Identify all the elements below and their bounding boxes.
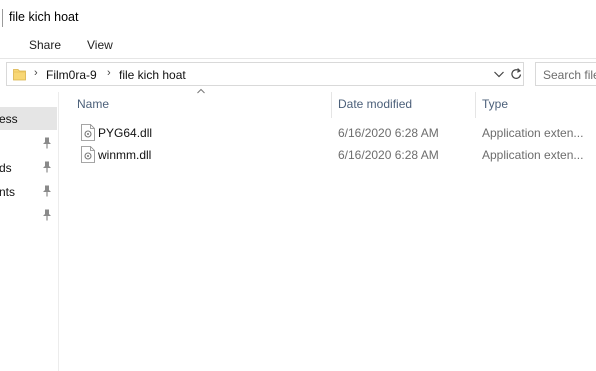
ribbon-divider <box>0 58 596 59</box>
column-divider[interactable] <box>475 92 476 118</box>
chevron-down-icon[interactable] <box>491 64 507 84</box>
refresh-icon[interactable] <box>509 64 524 84</box>
column-divider[interactable] <box>331 92 332 118</box>
breadcrumb-chevron-icon[interactable]: › <box>34 67 38 79</box>
nav-item-documents[interactable]: nts <box>0 180 57 203</box>
pin-icon[interactable] <box>41 184 53 198</box>
nav-item-pinned-2[interactable] <box>0 204 57 227</box>
column-header-date-modified[interactable]: Date modified <box>338 97 412 111</box>
dll-file-icon <box>81 124 95 141</box>
file-type: Application exten... <box>482 126 584 140</box>
pin-icon[interactable] <box>41 136 53 150</box>
nav-item-label: ds <box>0 161 12 175</box>
file-date-modified: 6/16/2020 6:28 AM <box>338 148 439 162</box>
pin-icon[interactable] <box>41 208 53 222</box>
window-title: file kich hoat <box>9 10 79 24</box>
nav-item-downloads[interactable]: ds <box>0 156 57 179</box>
title-bar: file kich hoat <box>0 0 596 34</box>
navigation-pane: ess ds nts <box>0 92 59 371</box>
address-bar[interactable]: › Film0ra-9 › file kich hoat <box>6 62 524 86</box>
file-row[interactable]: PYG64.dll 6/16/2020 6:28 AM Application … <box>76 122 596 144</box>
breadcrumb-film0ra-9[interactable]: Film0ra-9 <box>46 68 97 82</box>
breadcrumb-file-kich-hoat[interactable]: file kich hoat <box>119 68 186 82</box>
sort-up-icon <box>197 88 205 94</box>
dll-file-icon <box>81 146 95 163</box>
file-row[interactable]: winmm.dll 6/16/2020 6:28 AM Application … <box>76 144 596 166</box>
pin-icon[interactable] <box>41 160 53 174</box>
file-type: Application exten... <box>482 148 584 162</box>
file-date-modified: 6/16/2020 6:28 AM <box>338 126 439 140</box>
nav-item-quick-access[interactable]: ess <box>0 107 57 130</box>
file-name: PYG64.dll <box>98 126 153 140</box>
title-separator <box>2 9 3 27</box>
tab-view[interactable]: View <box>87 38 113 52</box>
file-name: winmm.dll <box>98 148 152 162</box>
nav-item-pinned-1[interactable] <box>0 132 57 155</box>
tab-share[interactable]: Share <box>29 38 61 52</box>
breadcrumb-chevron-icon[interactable]: › <box>107 67 111 79</box>
folder-icon <box>13 69 26 81</box>
search-input[interactable]: Search file <box>535 62 596 86</box>
search-placeholder: Search file <box>543 68 596 82</box>
nav-item-label: nts <box>0 185 16 199</box>
column-header-name[interactable]: Name <box>77 97 109 111</box>
column-header-type[interactable]: Type <box>482 97 508 111</box>
ribbon-tabs: Share View <box>0 34 596 58</box>
nav-item-label: ess <box>0 112 18 126</box>
